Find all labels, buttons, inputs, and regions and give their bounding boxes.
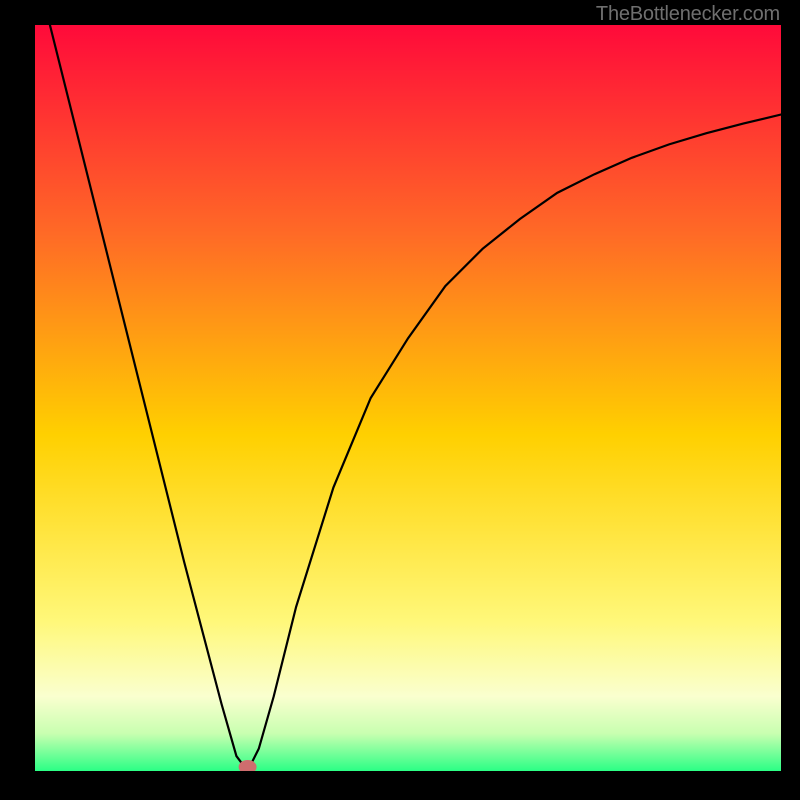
- chart-plot: [35, 25, 781, 771]
- attribution-label: TheBottlenecker.com: [596, 3, 780, 26]
- chart-frame: TheBottlenecker.com: [0, 0, 800, 800]
- gradient-background: [35, 25, 781, 771]
